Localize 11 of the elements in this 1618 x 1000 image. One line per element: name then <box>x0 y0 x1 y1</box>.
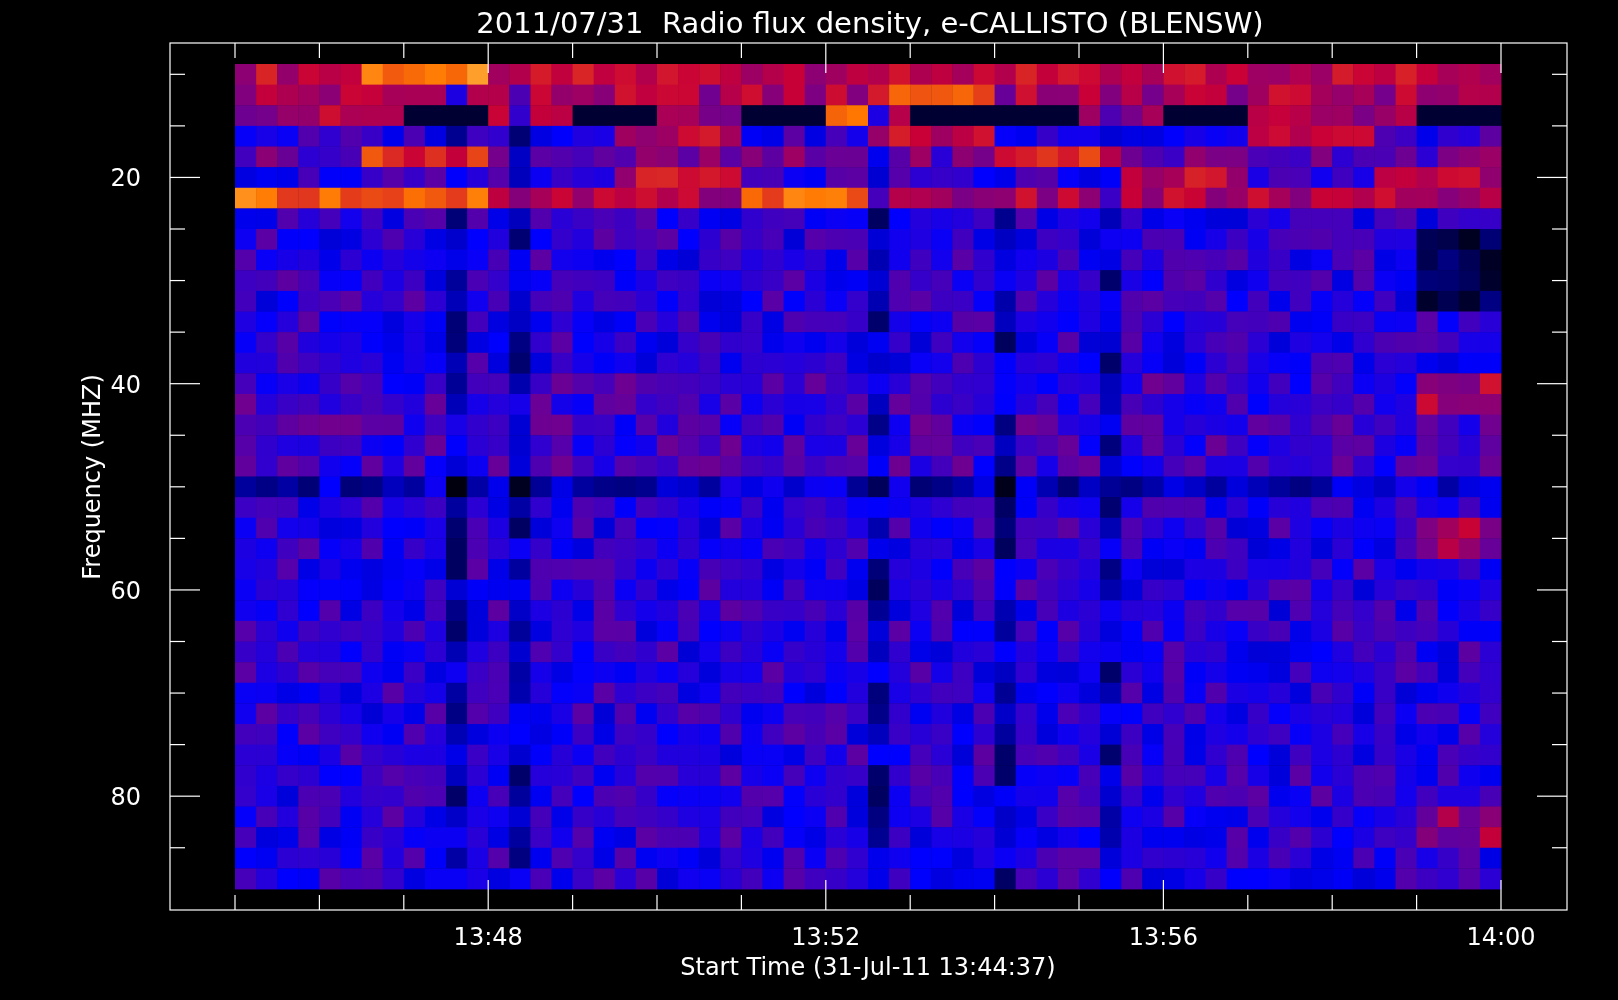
x-tick-label: 13:56 <box>1128 923 1198 951</box>
y-tick-label: 20 <box>110 164 141 193</box>
x-tick-label: 13:48 <box>453 923 523 951</box>
y-tick-label: 40 <box>110 370 141 399</box>
y-tick-label: 80 <box>110 783 141 812</box>
x-tick-label: 13:52 <box>791 923 861 951</box>
x-axis-label: Start Time (31-Jul-11 13:44:37) <box>680 953 1056 981</box>
y-tick-label: 60 <box>110 576 141 605</box>
y-axis-label: Frequency (MHZ) <box>78 374 106 580</box>
x-tick-label: 14:00 <box>1466 923 1536 951</box>
chart-title: 2011/07/31 Radio flux density, e-CALLISTO (BLENSW) <box>476 6 1264 40</box>
